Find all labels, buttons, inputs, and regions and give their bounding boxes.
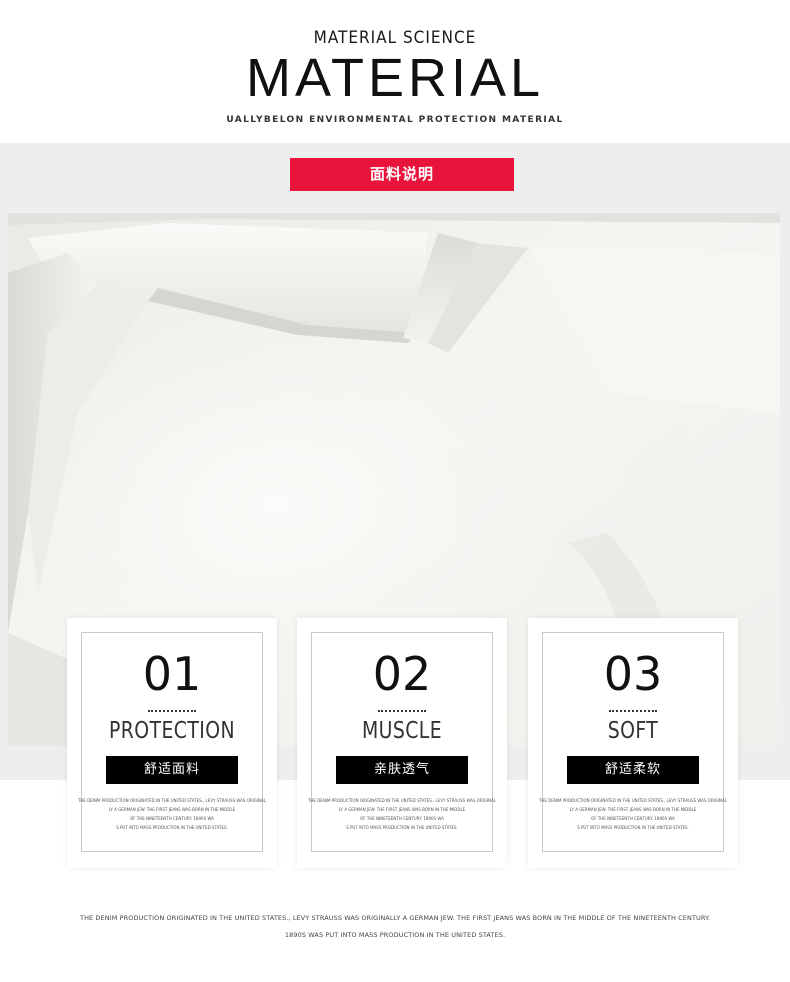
header-title: MATERIAL: [245, 48, 545, 108]
header-subtitle-bottom: UALLYBELON ENVIRONMENTAL PROTECTION MATE…: [226, 115, 564, 125]
footer-line-1: THE DENIM PRODUCTION ORIGINATED IN THE U…: [80, 914, 710, 922]
card-title: MUSCLE: [361, 718, 443, 744]
desc-line: S PUT INTO MASS PRODUCTION IN THE UNITED…: [116, 825, 228, 830]
desc-line: LY A GERMAN JEW. THE FIRST JEANS WAS BOR…: [569, 807, 697, 812]
header-subtitle-top: MATERIAL SCIENCE: [313, 28, 477, 48]
card-tag: 亲肤透气: [336, 756, 468, 784]
feature-card-3: 03 SOFT 舒适柔软 THE DENIM PRODUCTION ORIGIN…: [528, 618, 738, 868]
desc-line: S PUT INTO MASS PRODUCTION IN THE UNITED…: [577, 825, 689, 830]
card-description: THE DENIM PRODUCTION ORIGINATED IN THE U…: [534, 796, 732, 832]
desc-line: OF THE NINETEENTH CENTURY. 1890S WA: [591, 816, 675, 821]
dotted-divider: [378, 710, 426, 712]
card-number: 01: [142, 647, 202, 701]
card-number: 03: [603, 647, 663, 701]
page: MATERIAL SCIENCE MATERIAL UALLYBELON ENV…: [0, 0, 790, 982]
dotted-divider: [609, 710, 657, 712]
footer-text: THE DENIM PRODUCTION ORIGINATED IN THE U…: [0, 910, 790, 944]
card-title: SOFT: [607, 718, 659, 744]
desc-line: LY A GERMAN JEW. THE FIRST JEANS WAS BOR…: [338, 807, 466, 812]
desc-line: THE DENIM PRODUCTION ORIGINATED IN THE U…: [538, 798, 728, 803]
desc-line: OF THE NINETEENTH CENTURY. 1890S WA: [130, 816, 214, 821]
dotted-divider: [148, 710, 196, 712]
header: MATERIAL SCIENCE MATERIAL UALLYBELON ENV…: [0, 0, 790, 143]
desc-line: S PUT INTO MASS PRODUCTION IN THE UNITED…: [346, 825, 458, 830]
card-description: THE DENIM PRODUCTION ORIGINATED IN THE U…: [303, 796, 501, 832]
card-tag: 舒适面料: [106, 756, 238, 784]
card-description: THE DENIM PRODUCTION ORIGINATED IN THE U…: [73, 796, 271, 832]
desc-line: THE DENIM PRODUCTION ORIGINATED IN THE U…: [77, 798, 267, 803]
card-number: 02: [372, 647, 432, 701]
desc-line: OF THE NINETEENTH CENTURY. 1890S WA: [360, 816, 444, 821]
desc-line: LY A GERMAN JEW. THE FIRST JEANS WAS BOR…: [108, 807, 236, 812]
feature-card-1: 01 PROTECTION 舒适面料 THE DENIM PRODUCTION …: [67, 618, 277, 868]
card-title: PROTECTION: [108, 718, 236, 744]
section-banner: 面料说明: [290, 158, 514, 191]
feature-card-2: 02 MUSCLE 亲肤透气 THE DENIM PRODUCTION ORIG…: [297, 618, 507, 868]
footer-line-2: 1890S WAS PUT INTO MASS PRODUCTION IN TH…: [284, 931, 506, 939]
card-tag: 舒适柔软: [567, 756, 699, 784]
desc-line: THE DENIM PRODUCTION ORIGINATED IN THE U…: [307, 798, 497, 803]
